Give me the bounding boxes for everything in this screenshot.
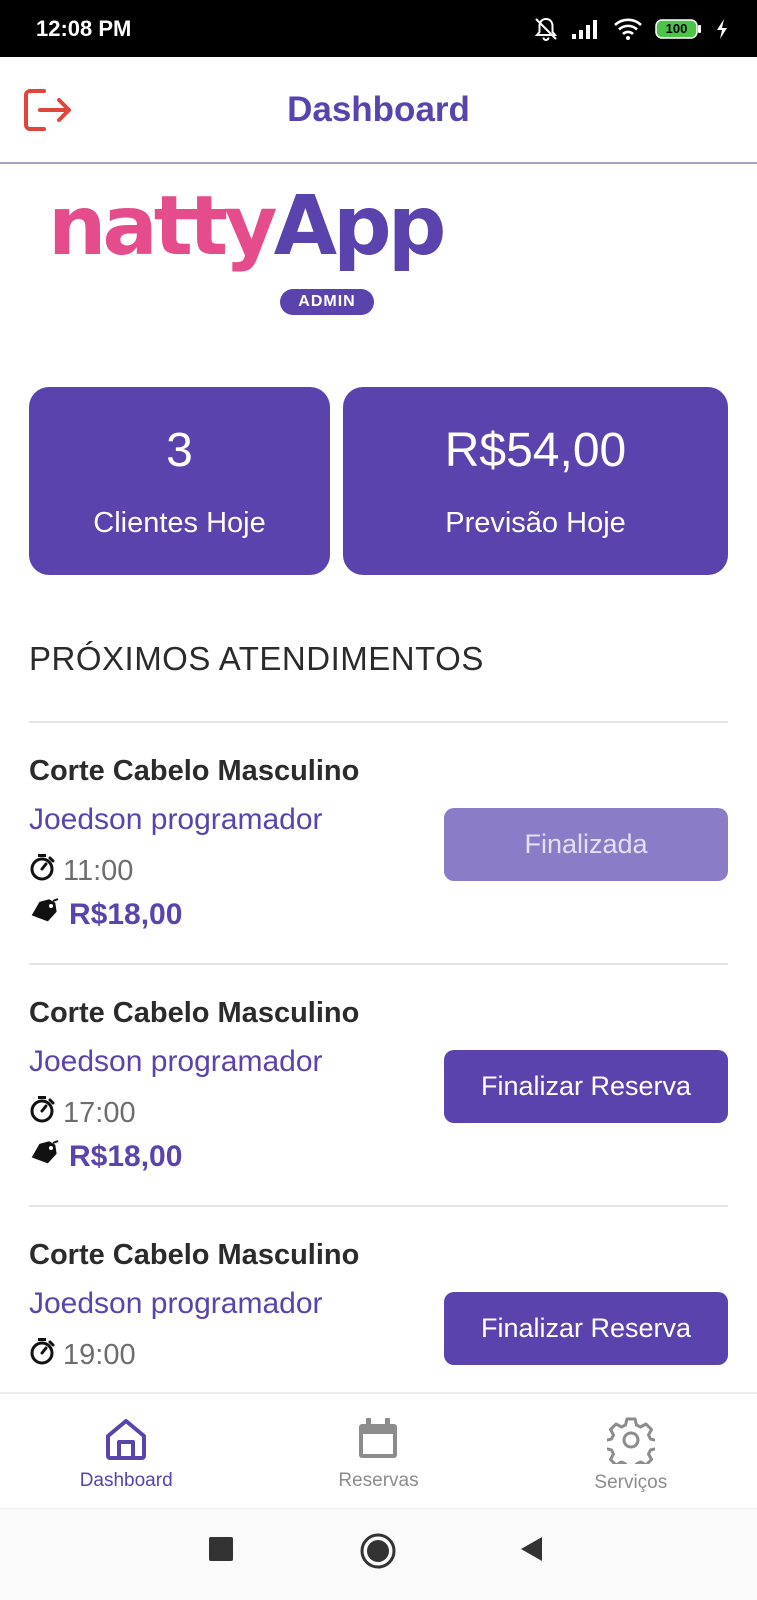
nav-label-servicos: Serviços	[594, 1472, 668, 1493]
battery-icon: 100	[655, 18, 703, 40]
system-nav-bar	[0, 1508, 757, 1600]
logo-word-natty: natty	[48, 179, 278, 274]
status-icons: 100	[533, 16, 729, 42]
forecast-today-label: Previsão Hoje	[445, 507, 626, 539]
home-button[interactable]	[359, 1532, 397, 1575]
clients-today-card: 3 Clientes Hoje	[29, 387, 330, 575]
app-header: Dashboard	[0, 57, 757, 164]
circle-icon	[360, 1533, 396, 1569]
nav-item-reservas[interactable]: Reservas	[252, 1394, 504, 1508]
appointment-item: Corte Cabelo Masculino Joedson programad…	[29, 963, 728, 1205]
forecast-today-card: R$54,00 Previsão Hoje	[343, 387, 728, 575]
back-button[interactable]	[518, 1534, 546, 1569]
appointment-client: Joedson programador	[29, 803, 323, 836]
home-icon	[106, 1419, 147, 1460]
logout-button[interactable]	[22, 85, 74, 137]
price-tag-icon	[29, 898, 59, 932]
forecast-today-value: R$54,00	[444, 424, 627, 477]
appointment-time-value: 17:00	[63, 1096, 136, 1129]
finalized-button[interactable]: Finalizada	[444, 808, 728, 881]
appointment-time: 17:00	[29, 1095, 136, 1131]
logo-word-app: App	[273, 179, 447, 274]
nav-item-dashboard[interactable]: Dashboard	[0, 1394, 252, 1508]
appointment-price-value: R$18,00	[69, 898, 183, 931]
appointment-time-value: 11:00	[63, 854, 134, 887]
appointment-time: 11:00	[29, 853, 133, 889]
appointment-service: Corte Cabelo Masculino	[29, 997, 360, 1029]
admin-badge: ADMIN	[280, 289, 374, 315]
stopwatch-icon	[29, 1095, 55, 1131]
charging-icon	[715, 18, 729, 40]
battery-level: 100	[665, 21, 688, 36]
recents-button[interactable]	[206, 1534, 236, 1569]
clients-today-value: 3	[166, 424, 193, 477]
status-bar: 12:08 PM 100	[0, 0, 757, 57]
price-tag-icon	[29, 1140, 59, 1174]
finalize-reservation-button[interactable]: Finalizar Reserva	[444, 1292, 728, 1365]
muted-bell-icon	[533, 16, 559, 42]
status-time: 12:08 PM	[36, 15, 132, 41]
page-title: Dashboard	[287, 89, 470, 129]
signal-icon	[571, 18, 601, 40]
appointment-service: Corte Cabelo Masculino	[29, 755, 360, 787]
nav-label-reservas: Reservas	[338, 1470, 419, 1491]
calendar-icon	[359, 1418, 398, 1458]
back-triangle-icon	[521, 1537, 542, 1561]
appointment-client: Joedson programador	[29, 1045, 323, 1078]
logo-wordmark: nattyApp	[48, 186, 446, 268]
section-title: PRÓXIMOS ATENDIMENTOS	[29, 640, 484, 677]
stopwatch-icon	[29, 853, 55, 889]
appointment-item: Corte Cabelo Masculino Joedson programad…	[29, 721, 728, 963]
nav-label-dashboard: Dashboard	[79, 1470, 173, 1491]
appointment-client: Joedson programador	[29, 1287, 323, 1320]
gear-icon	[606, 1417, 655, 1464]
nav-item-servicos[interactable]: Serviços	[505, 1394, 757, 1508]
nattyapp-logo: nattyApp ADMIN	[48, 186, 446, 316]
appointment-time-value: 19:00	[63, 1338, 136, 1371]
appointment-price: R$18,00	[29, 898, 182, 932]
stopwatch-icon	[29, 1337, 55, 1373]
appointment-service: Corte Cabelo Masculino	[29, 1239, 360, 1271]
appointment-price-value: R$18,00	[69, 1140, 183, 1173]
logout-icon	[24, 89, 71, 131]
appointment-price: R$18,00	[29, 1140, 182, 1174]
clients-today-label: Clientes Hoje	[93, 507, 266, 539]
square-icon	[209, 1537, 233, 1561]
appointment-time: 19:00	[29, 1337, 136, 1373]
finalize-reservation-button[interactable]: Finalizar Reserva	[444, 1050, 728, 1123]
appointments-list: Corte Cabelo Masculino Joedson programad…	[29, 721, 728, 1447]
bottom-nav: Dashboard Reservas Serviços	[0, 1392, 757, 1508]
wifi-icon	[613, 17, 643, 41]
